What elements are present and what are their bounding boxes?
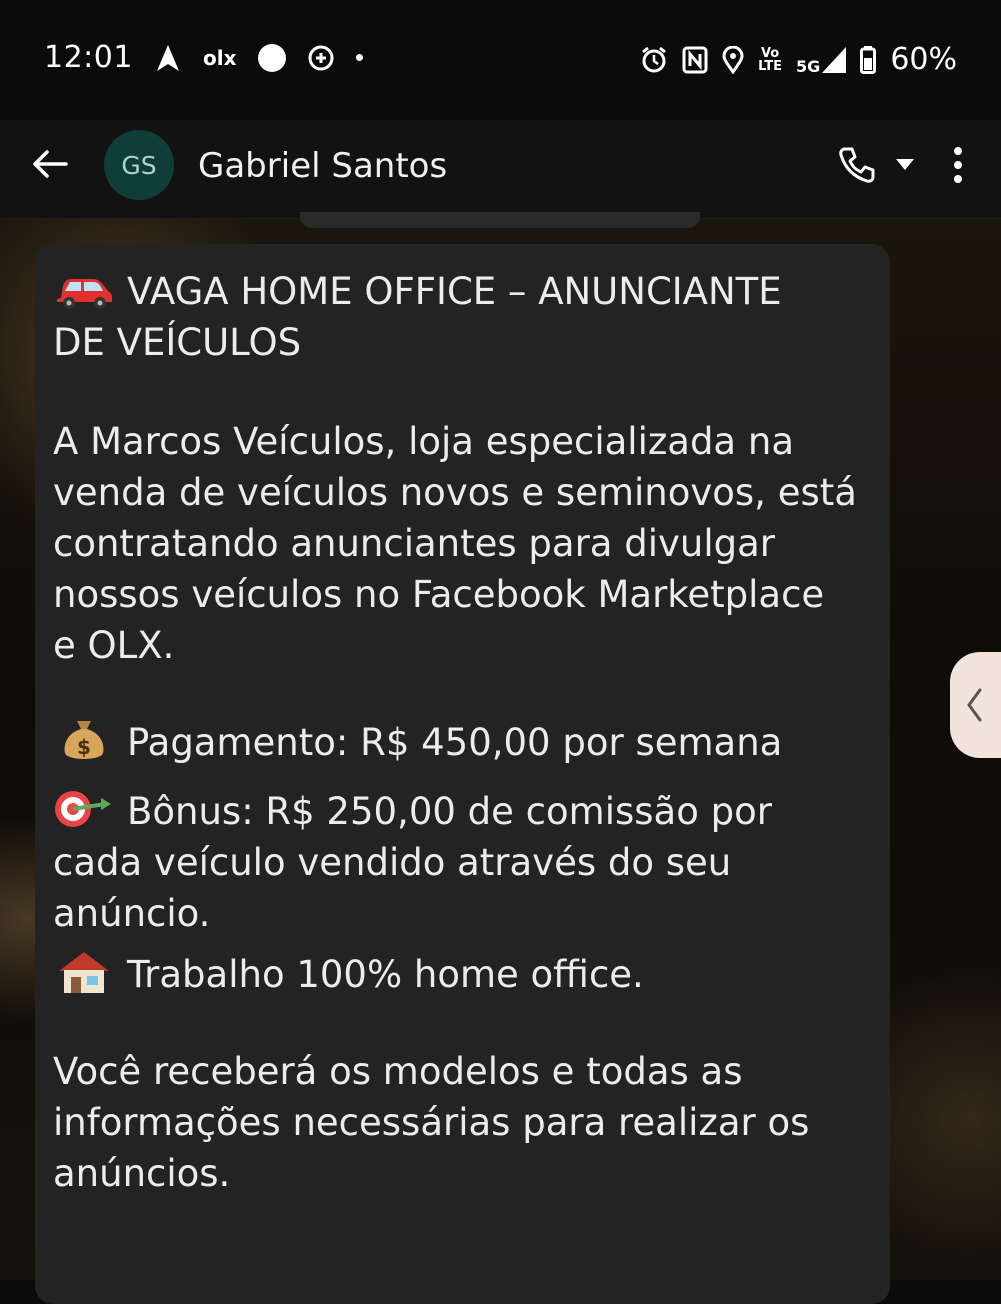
house-emoji	[59, 952, 109, 993]
side-panel-handle[interactable]	[950, 652, 1001, 758]
more-options-button[interactable]	[940, 142, 976, 188]
title-line-2: DE VEÍCULOS	[53, 321, 302, 364]
bonus-line: Bônus: R$ 250,00 de comissão por	[127, 790, 772, 833]
closing-paragraph: Você receberá os modelos e todas as info…	[53, 1046, 870, 1199]
intro-line: e OLX.	[53, 624, 175, 667]
status-bar: 12:01 olx Vo LTE 5G 60%	[0, 0, 1001, 120]
navigation-arrow-icon	[156, 44, 179, 71]
caret-down-icon	[896, 159, 914, 170]
car-emoji	[57, 279, 112, 309]
back-button[interactable]	[28, 140, 72, 188]
intro-line: A Marcos Veículos, loja especializada na	[53, 420, 794, 463]
location-icon	[722, 45, 744, 74]
closing-line: anúncios.	[53, 1152, 231, 1195]
olx-icon: olx	[202, 45, 237, 70]
closing-line: informações necessárias para realizar os	[53, 1101, 810, 1144]
home-office-line: Trabalho 100% home office.	[53, 949, 870, 1000]
battery-percent: 60%	[890, 42, 957, 77]
bonus-paragraph: Bônus: R$ 250,00 de comissão por cada ve…	[53, 786, 870, 939]
volte-bottom: LTE	[758, 58, 783, 74]
app-icon	[308, 45, 334, 70]
previous-message-edge	[300, 212, 700, 228]
network-5g: 5G	[796, 56, 821, 76]
intro-line: venda de veículos novos e seminovos, est…	[53, 471, 857, 514]
call-button[interactable]	[834, 142, 880, 188]
intro-paragraph: A Marcos Veículos, loja especializada na…	[53, 416, 870, 671]
closing-line: Você receberá os modelos e todas as	[53, 1050, 743, 1093]
phone-icon	[839, 147, 875, 183]
signal-icon: 5G	[796, 46, 847, 76]
message-bubble[interactable]: VAGA HOME OFFICE – ANUNCIANTE DE VEÍCULO…	[35, 244, 890, 1304]
message-title: VAGA HOME OFFICE – ANUNCIANTE DE VEÍCULO…	[53, 266, 870, 368]
battery-icon	[860, 45, 877, 74]
home-office-text: Trabalho 100% home office.	[127, 953, 644, 996]
contact-name[interactable]: Gabriel Santos	[198, 146, 447, 186]
payment-text: Pagamento: R$ 450,00 por semana	[127, 721, 783, 764]
svg-text:$: $	[77, 735, 91, 759]
volte-top: Vo	[760, 45, 780, 61]
back-arrow-icon	[33, 150, 68, 178]
nfc-icon	[682, 46, 708, 73]
title-line-1: VAGA HOME OFFICE – ANUNCIANTE	[127, 270, 782, 313]
circle-icon	[258, 43, 287, 72]
status-time: 12:01	[44, 40, 133, 75]
bonus-line: cada veículo vendido através do seu	[53, 841, 732, 884]
intro-line: nossos veículos no Facebook Marketplace	[53, 573, 825, 616]
call-options-button[interactable]	[892, 150, 918, 180]
volte-icon: Vo LTE	[758, 47, 782, 73]
chat-header: GS Gabriel Santos	[0, 120, 1001, 219]
intro-line: contratando anunciantes para divulgar	[53, 522, 775, 565]
alarm-icon	[642, 46, 667, 72]
payment-line: $ Pagamento: R$ 450,00 por semana	[53, 717, 870, 768]
target-emoji	[55, 791, 111, 827]
avatar[interactable]: GS	[104, 130, 174, 200]
dot-icon	[356, 54, 364, 61]
chevron-left-icon	[967, 688, 982, 722]
bonus-line: anúncio.	[53, 892, 211, 935]
more-vert-icon	[954, 147, 962, 155]
money-bag-emoji: $	[64, 721, 104, 759]
